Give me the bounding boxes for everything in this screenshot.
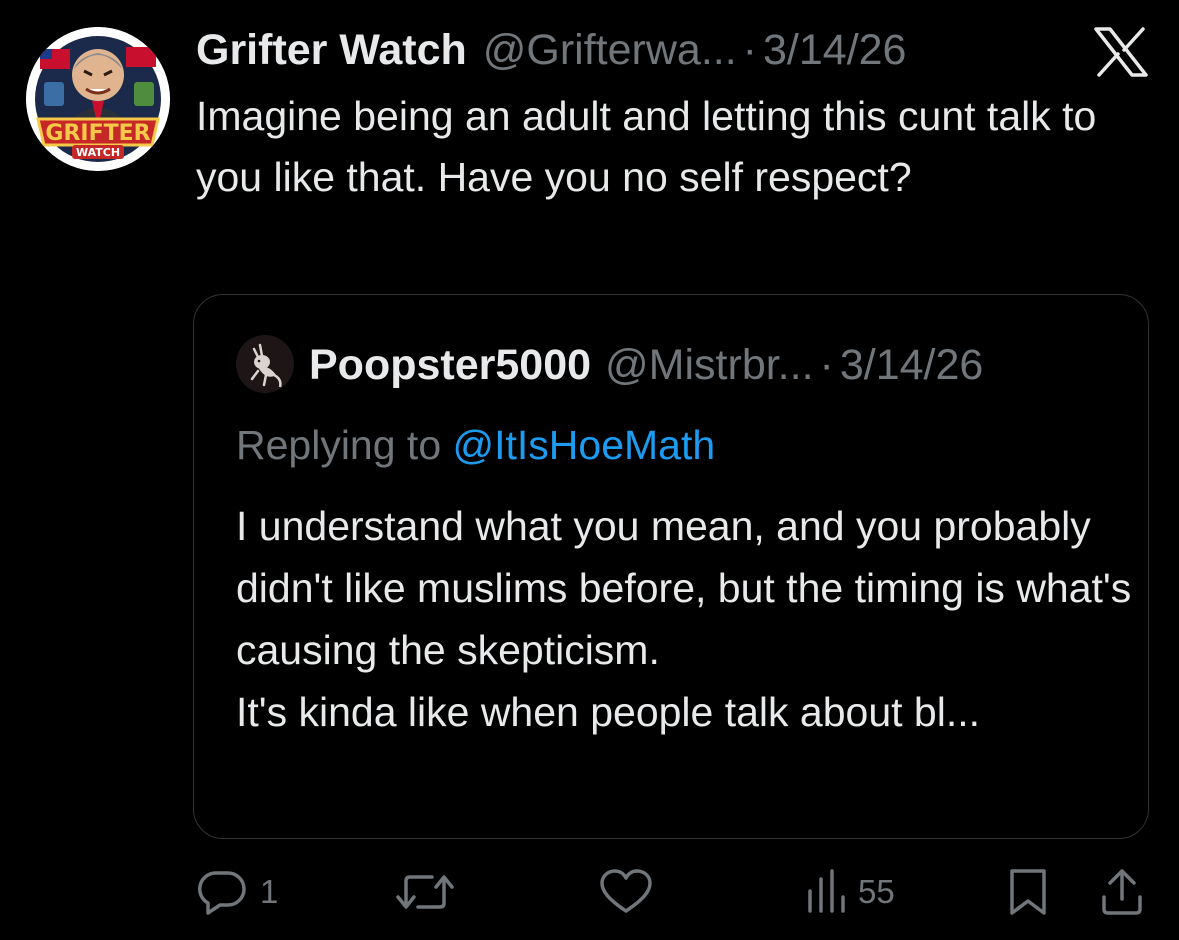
quoted-text-line: I understand what you mean, and you prob… <box>236 503 1132 673</box>
quoted-tweet-header: Poopster5000 @Mistrbr... · 3/14/26 <box>309 339 983 391</box>
like-button[interactable] <box>598 862 654 922</box>
separator-dot: · <box>819 341 834 389</box>
separator-dot: · <box>742 26 757 74</box>
author-avatar[interactable]: GRIFTER WATCH <box>26 27 170 171</box>
quoted-author-handle[interactable]: @Mistrbr... <box>605 339 814 391</box>
bookmark-icon <box>1006 867 1050 917</box>
quoted-text-line: It's kinda like when people talk about b… <box>236 689 981 735</box>
quoted-tweet-text: I understand what you mean, and you prob… <box>236 495 1136 743</box>
author-handle[interactable]: @Grifterwa... <box>483 24 737 76</box>
author-name[interactable]: Grifter Watch <box>196 24 467 76</box>
quoted-tweet-card[interactable]: Poopster5000 @Mistrbr... · 3/14/26 Reply… <box>193 294 1149 839</box>
replying-to: Replying to @ItIsHoeMath <box>236 419 715 471</box>
tweet-date[interactable]: 3/14/26 <box>763 24 906 76</box>
replying-mention-link[interactable]: @ItIsHoeMath <box>453 422 716 468</box>
bookmark-button[interactable] <box>1006 862 1050 922</box>
cat-avatar-icon <box>236 335 294 393</box>
heart-icon <box>598 867 654 917</box>
quoted-author-avatar[interactable] <box>236 335 294 393</box>
share-button[interactable] <box>1098 862 1146 922</box>
share-upload-icon <box>1098 867 1146 917</box>
action-bar: 1 55 <box>0 862 1179 922</box>
tweet-header: Grifter Watch @Grifterwa... · 3/14/26 <box>196 24 906 76</box>
quoted-tweet-date[interactable]: 3/14/26 <box>840 339 983 391</box>
replying-prefix: Replying to <box>236 422 453 468</box>
svg-text:GRIFTER: GRIFTER <box>45 121 150 146</box>
reply-bubble-icon <box>196 867 252 917</box>
views-count: 55 <box>858 873 895 910</box>
grifter-watch-logo-icon: GRIFTER WATCH <box>26 27 170 171</box>
reply-count: 1 <box>260 873 279 910</box>
quoted-author-name[interactable]: Poopster5000 <box>309 339 591 391</box>
x-logo-icon <box>1093 27 1149 77</box>
tweet-text: Imagine being an adult and letting this … <box>196 93 1097 200</box>
svg-text:WATCH: WATCH <box>76 146 120 159</box>
views-bar-chart-icon <box>802 867 850 917</box>
reply-button[interactable]: 1 <box>196 862 278 922</box>
views-button[interactable]: 55 <box>802 862 895 922</box>
retweet-button[interactable] <box>394 862 456 922</box>
retweet-icon <box>394 867 456 917</box>
